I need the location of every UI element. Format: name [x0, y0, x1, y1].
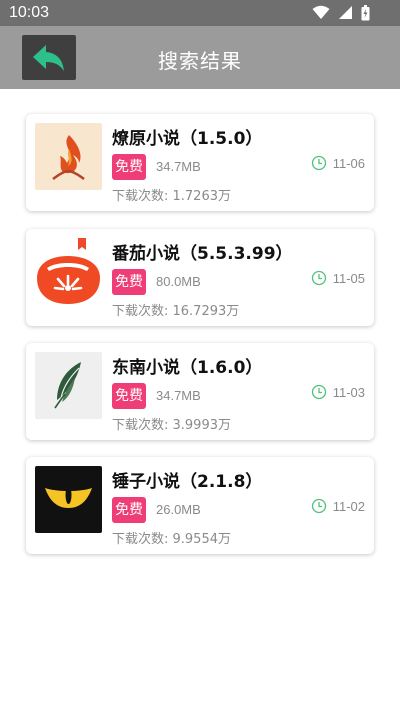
wifi-icon	[312, 5, 330, 19]
app-header: 搜索结果	[0, 26, 400, 89]
date-text: 11-05	[332, 270, 365, 286]
signal-icon	[338, 6, 352, 19]
app-name: 番茄小说（5.5.3.99）	[112, 244, 293, 264]
clock-icon	[311, 270, 326, 286]
status-bar: 10:03	[0, 0, 400, 26]
app-size: 34.7MB	[156, 388, 201, 403]
app-size: 80.0MB	[156, 274, 201, 289]
app-thumbnail	[35, 352, 102, 419]
free-badge: 免费	[112, 497, 146, 523]
app-name: 东南小说（1.6.0）	[112, 358, 263, 378]
free-badge: 免费	[112, 269, 146, 295]
download-count: 下载次数: 3.9993万	[112, 418, 231, 433]
app-size: 34.7MB	[156, 159, 201, 174]
app-thumbnail	[35, 123, 102, 190]
app-thumbnail	[35, 466, 102, 533]
download-count: 下载次数: 1.7263万	[112, 189, 231, 204]
app-size: 26.0MB	[156, 502, 201, 517]
tomato-logo-icon	[37, 236, 100, 304]
update-date: 11-03	[311, 383, 365, 401]
clock-icon	[311, 498, 326, 514]
date-text: 11-03	[332, 384, 365, 400]
battery-icon	[361, 5, 370, 21]
eye-logo-icon	[45, 486, 92, 508]
page-title: 搜索结果	[158, 49, 242, 73]
download-count: 下载次数: 16.7293万	[112, 304, 240, 319]
feather-logo-icon	[54, 362, 81, 409]
clock-icon	[311, 155, 326, 171]
app-name: 锤子小说（2.1.8）	[112, 472, 263, 492]
app-name: 燎原小说（1.5.0）	[112, 129, 263, 149]
app-thumbnail	[35, 236, 102, 305]
clock-icon	[311, 384, 326, 400]
app-card[interactable]: 锤子小说（2.1.8） 免费 26.0MB 11-02 下载次数: 9.9554…	[26, 457, 374, 554]
update-date: 11-05	[311, 269, 365, 287]
download-count: 下载次数: 9.9554万	[112, 532, 231, 547]
status-icons	[309, 5, 370, 21]
update-date: 11-02	[311, 497, 365, 515]
free-badge: 免费	[112, 383, 146, 409]
app-card[interactable]: 东南小说（1.6.0） 免费 34.7MB 11-03 下载次数: 3.9993…	[26, 343, 374, 440]
app-card[interactable]: 番茄小说（5.5.3.99） 免费 80.0MB 11-05 下载次数: 16.…	[26, 229, 374, 326]
app-card[interactable]: 燎原小说（1.5.0） 免费 34.7MB 11-06 下载次数: 1.7263…	[26, 114, 374, 211]
date-text: 11-02	[332, 498, 365, 514]
status-time: 10:03	[9, 4, 50, 21]
flame-logo-icon	[52, 135, 85, 181]
date-text: 11-06	[332, 155, 365, 171]
update-date: 11-06	[311, 154, 365, 172]
free-badge: 免费	[112, 154, 146, 180]
